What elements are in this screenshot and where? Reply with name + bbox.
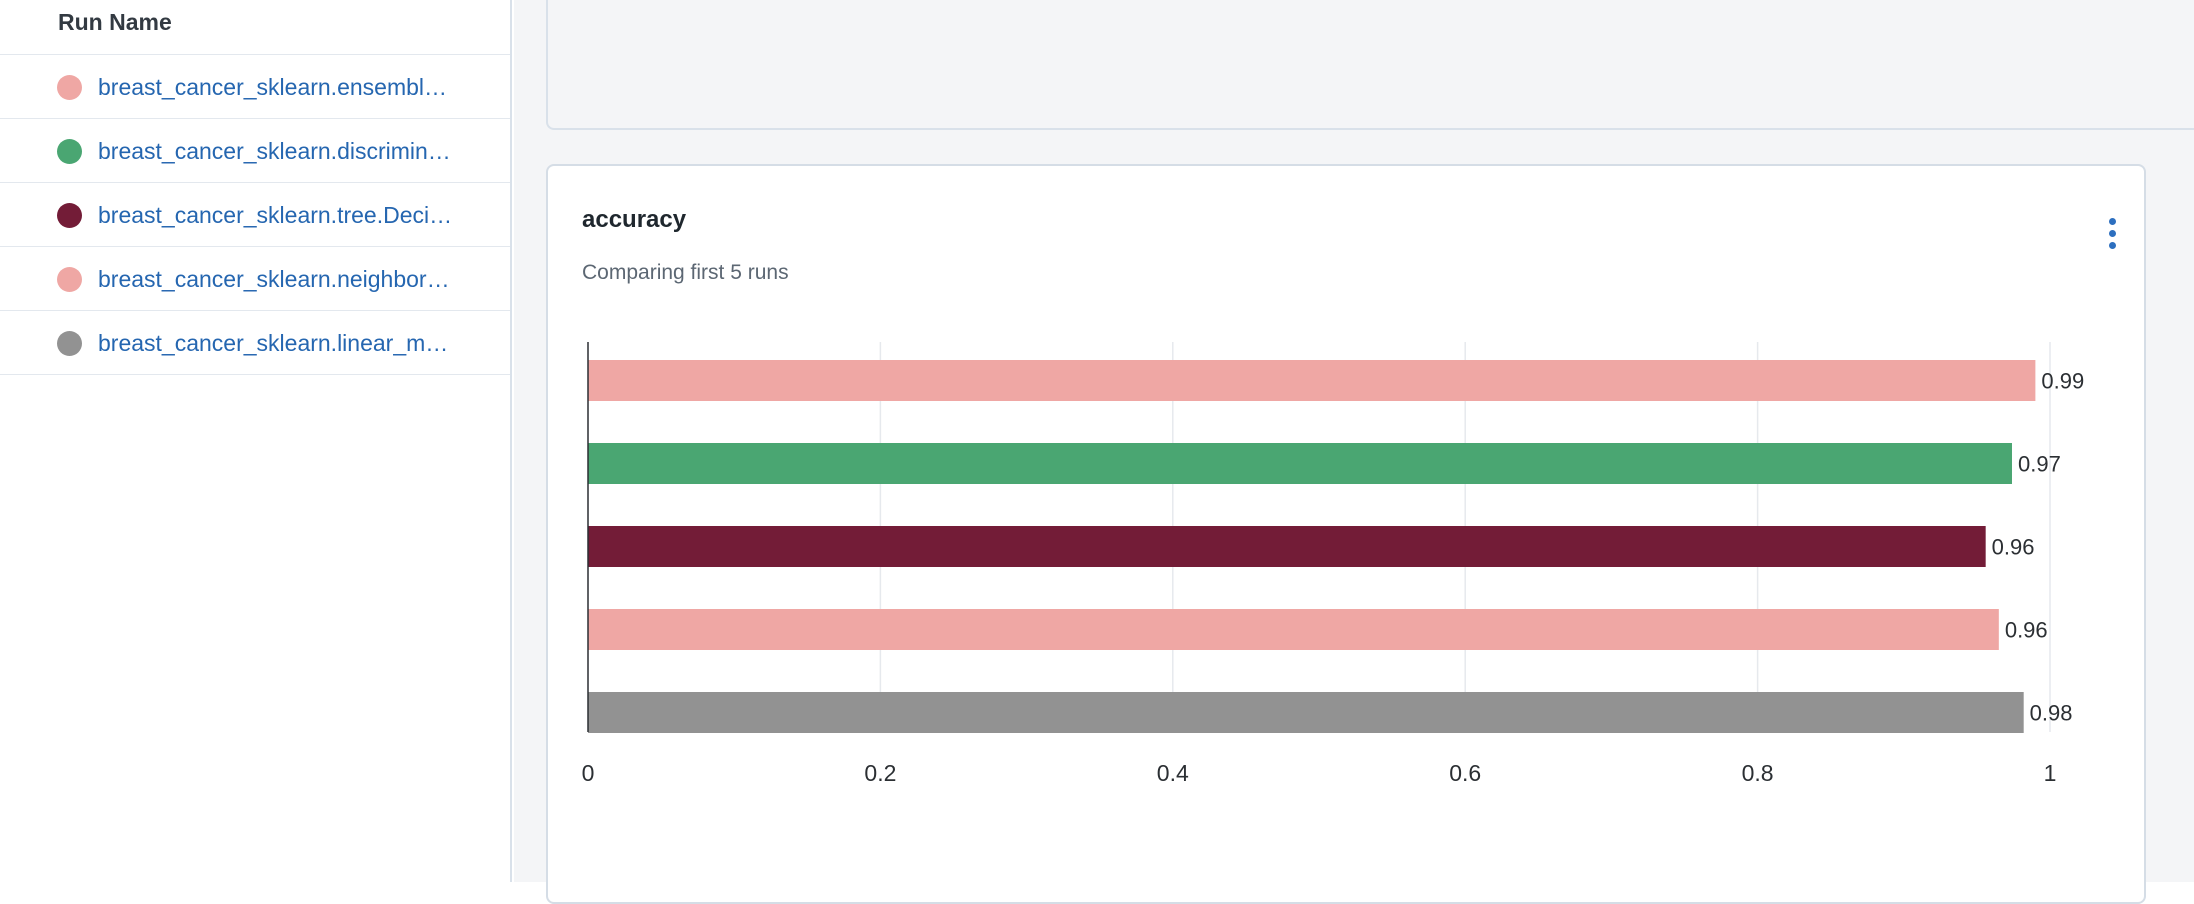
runs-table-header: Run Name bbox=[0, 0, 510, 55]
previous-chart-card bbox=[546, 0, 2194, 130]
charts-area: accuracy Comparing first 5 runs 0.99 0.97… bbox=[514, 0, 2194, 904]
bar[interactable] bbox=[588, 692, 2024, 733]
run-name-link[interactable]: breast_cancer_sklearn.tree.Deci… bbox=[98, 200, 488, 230]
bar[interactable] bbox=[588, 443, 2012, 484]
run-row[interactable]: breast_cancer_sklearn.ensembl… bbox=[0, 55, 510, 119]
accuracy-chart-card: accuracy Comparing first 5 runs 0.99 0.97… bbox=[546, 164, 2146, 904]
x-tick-label: 1 bbox=[2044, 760, 2057, 786]
run-color-dot bbox=[57, 75, 82, 100]
x-tick-label: 0.8 bbox=[1742, 760, 1774, 786]
run-color-dot bbox=[57, 331, 82, 356]
run-row[interactable]: breast_cancer_sklearn.neighbor… bbox=[0, 247, 510, 311]
bar[interactable] bbox=[588, 360, 2036, 401]
run-color-dot bbox=[57, 267, 82, 292]
run-color-dot bbox=[57, 139, 82, 164]
x-tick-label: 0.2 bbox=[864, 760, 896, 786]
bar-value-label: 0.98 bbox=[2030, 701, 2073, 726]
bar-value-label: 0.96 bbox=[1992, 535, 2035, 560]
run-name-link[interactable]: breast_cancer_sklearn.discrimin… bbox=[98, 136, 488, 166]
run-row[interactable]: breast_cancer_sklearn.discrimin… bbox=[0, 119, 510, 183]
run-row[interactable]: breast_cancer_sklearn.tree.Deci… bbox=[0, 183, 510, 247]
bar[interactable] bbox=[588, 609, 1999, 650]
x-tick-label: 0 bbox=[582, 760, 595, 786]
bar-value-label: 0.96 bbox=[2005, 618, 2048, 643]
bar-value-label: 0.97 bbox=[2018, 452, 2061, 477]
x-tick-label: 0.4 bbox=[1157, 760, 1189, 786]
run-name-column-header[interactable]: Run Name bbox=[58, 9, 172, 36]
run-color-dot bbox=[57, 203, 82, 228]
run-name-link[interactable]: breast_cancer_sklearn.linear_m… bbox=[98, 328, 488, 358]
run-name-link[interactable]: breast_cancer_sklearn.ensembl… bbox=[98, 72, 488, 102]
run-row[interactable]: breast_cancer_sklearn.linear_m… bbox=[0, 311, 510, 375]
accuracy-bar-chart: 0.99 0.97 0.96 0.96 0.98 0 0.2 0.4 0.6 0.8 1 bbox=[582, 342, 2084, 786]
x-tick-label: 0.6 bbox=[1449, 760, 1481, 786]
run-name-link[interactable]: breast_cancer_sklearn.neighbor… bbox=[98, 264, 488, 294]
bar-value-label: 0.99 bbox=[2041, 369, 2084, 394]
runs-panel: Run Name breast_cancer_sklearn.ensembl… … bbox=[0, 0, 512, 882]
bar[interactable] bbox=[588, 526, 1986, 567]
